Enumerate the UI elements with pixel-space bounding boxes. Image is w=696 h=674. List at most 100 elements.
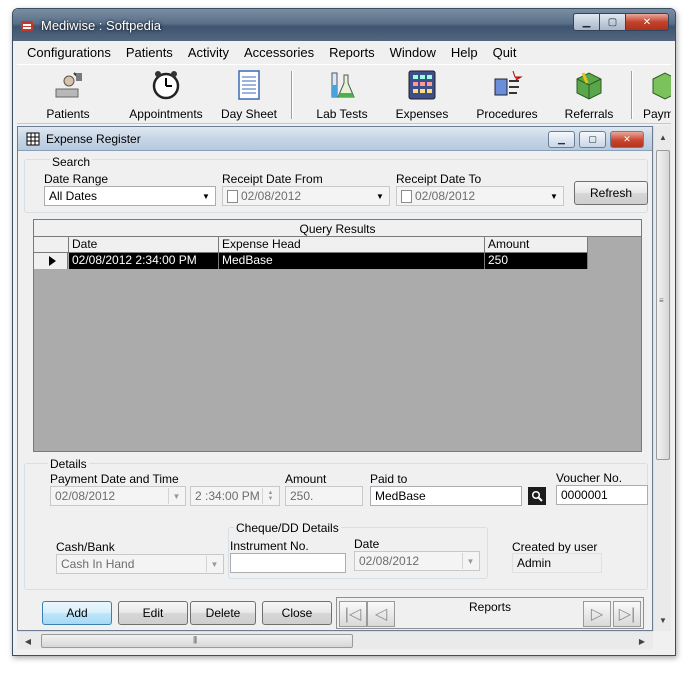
edit-button[interactable]: Edit bbox=[118, 601, 188, 625]
date-range-value: All Dates bbox=[49, 189, 98, 203]
minimize-button[interactable]: ▁ bbox=[573, 13, 600, 31]
menu-window[interactable]: Window bbox=[380, 42, 441, 62]
patient-icon bbox=[55, 72, 82, 98]
toolbar-day-sheet-button[interactable]: Day Sheet bbox=[217, 69, 281, 123]
menu-quit[interactable]: Quit bbox=[483, 42, 522, 62]
search-icon bbox=[531, 490, 543, 502]
maximize-icon: ▢ bbox=[607, 16, 618, 28]
table-row-amount[interactable]: 250 bbox=[485, 253, 588, 269]
child-maximize-button[interactable]: ▢ bbox=[579, 131, 606, 148]
grid-icon bbox=[26, 132, 40, 146]
refresh-button[interactable]: Refresh bbox=[574, 181, 648, 205]
toolbar-expenses-label: Expenses bbox=[395, 107, 449, 121]
receipt-to-datepicker[interactable]: 02/08/2012 ▼ bbox=[396, 186, 564, 206]
add-button[interactable]: Add bbox=[42, 601, 112, 625]
vertical-scrollbar[interactable]: ▲ ≡ ▼ bbox=[653, 126, 671, 631]
toolbar-procedures-label: Procedures bbox=[476, 107, 538, 121]
details-group-label: Details bbox=[48, 457, 89, 471]
toolbar-referrals-button[interactable]: Referrals bbox=[557, 69, 621, 123]
toolbar-separator bbox=[291, 71, 293, 119]
table-row-date[interactable]: 02/08/2012 2:34:00 PM bbox=[69, 253, 219, 269]
menu-help[interactable]: Help bbox=[441, 42, 483, 62]
column-header-expense-head[interactable]: Expense Head bbox=[219, 237, 485, 253]
grip-icon: ||| bbox=[193, 635, 197, 644]
scroll-right-icon[interactable]: ▶ bbox=[635, 634, 649, 648]
amount-input[interactable]: 250. bbox=[285, 486, 363, 506]
last-record-button[interactable]: ▷| bbox=[613, 601, 641, 627]
chevron-down-icon: ▼ bbox=[168, 488, 184, 504]
paid-to-input[interactable]: MedBase bbox=[370, 486, 522, 506]
toolbar-separator bbox=[631, 71, 633, 119]
spinner-icon[interactable]: ▲ ▼ bbox=[262, 488, 278, 504]
cash-bank-select[interactable]: Cash In Hand ▼ bbox=[56, 554, 224, 574]
horizontal-scroll-thumb[interactable] bbox=[41, 634, 353, 648]
column-header-date[interactable]: Date bbox=[69, 237, 219, 253]
cheque-date-label: Date bbox=[354, 537, 380, 551]
toolbar-lab-tests-button[interactable]: Lab Tests bbox=[311, 69, 373, 123]
toolbar-patients-button[interactable]: Patients bbox=[39, 69, 97, 123]
vertical-scroll-thumb[interactable] bbox=[656, 150, 670, 460]
cheque-date-value: 02/08/2012 bbox=[359, 554, 420, 568]
query-results-caption: Query Results bbox=[34, 220, 641, 237]
close-button[interactable]: Close bbox=[262, 601, 332, 625]
first-record-button[interactable]: |◁ bbox=[339, 601, 367, 627]
instrument-label: Instrument No. bbox=[230, 539, 309, 553]
next-record-button[interactable]: ▷ bbox=[583, 601, 611, 627]
menu-activity[interactable]: Activity bbox=[178, 42, 234, 62]
menu-configurations[interactable]: Configurations bbox=[17, 42, 116, 62]
receipt-to-checkbox[interactable] bbox=[401, 190, 412, 204]
receipt-from-checkbox[interactable] bbox=[227, 190, 238, 204]
amount-label: Amount bbox=[285, 472, 327, 486]
search-lookup-button[interactable] bbox=[528, 487, 546, 505]
column-header-amount[interactable]: Amount bbox=[485, 237, 588, 253]
query-results-grid[interactable]: Query Results Date Expense Head Amount 0… bbox=[33, 219, 642, 452]
minimize-icon: ▁ bbox=[558, 134, 565, 144]
scroll-down-icon[interactable]: ▼ bbox=[656, 613, 670, 627]
next-arrow-icon: ▷ bbox=[590, 606, 604, 623]
payment-date-picker[interactable]: 02/08/2012 ▼ bbox=[50, 486, 186, 506]
last-arrow-icon: ▷| bbox=[618, 606, 636, 623]
voucher-label: Voucher No. bbox=[556, 471, 623, 485]
toolbar-procedures-button[interactable]: Procedures bbox=[471, 69, 543, 123]
table-row-expense-head[interactable]: MedBase bbox=[219, 253, 485, 269]
payment-time-picker[interactable]: 2 :34:00 PM ▲ ▼ bbox=[190, 486, 280, 506]
menu-reports[interactable]: Reports bbox=[319, 42, 380, 62]
minimize-icon: ▁ bbox=[582, 16, 591, 28]
referrals-box-icon bbox=[576, 72, 602, 100]
voucher-input[interactable]: 0000001 bbox=[556, 485, 648, 505]
toolbar-referrals-label: Referrals bbox=[564, 107, 614, 121]
date-range-label: Date Range bbox=[44, 172, 109, 186]
toolbar-payments-button[interactable]: Paym bbox=[641, 69, 671, 123]
row-selector[interactable] bbox=[34, 253, 68, 269]
menu-patients[interactable]: Patients bbox=[116, 42, 178, 62]
created-by-value: Admin bbox=[512, 553, 602, 573]
toolbar-expenses-button[interactable]: Expenses bbox=[391, 69, 453, 123]
app-titlebar[interactable]: Mediwise : Softpedia ▁ ▢ ✕ bbox=[13, 9, 675, 41]
delete-button[interactable]: Delete bbox=[190, 601, 256, 625]
horizontal-scrollbar[interactable]: ◀ ||| ▶ bbox=[17, 631, 653, 649]
close-icon: ✕ bbox=[623, 134, 631, 144]
child-minimize-button[interactable]: ▁ bbox=[548, 131, 575, 148]
scroll-left-icon[interactable]: ◀ bbox=[21, 634, 35, 648]
child-close-button[interactable]: ✕ bbox=[610, 131, 644, 148]
cheque-date-picker[interactable]: 02/08/2012 ▼ bbox=[354, 551, 480, 571]
toolbar-day-sheet-label: Day Sheet bbox=[220, 107, 278, 121]
paid-to-label: Paid to bbox=[370, 472, 408, 486]
calculator-icon bbox=[408, 70, 436, 100]
date-range-select[interactable]: All Dates ▼ bbox=[44, 186, 216, 206]
toolbar-patients-label: Patients bbox=[46, 107, 90, 121]
menu-accessories[interactable]: Accessories bbox=[234, 42, 319, 62]
toolbar-appointments-button[interactable]: Appointments bbox=[123, 69, 209, 123]
previous-record-button[interactable]: ◁ bbox=[367, 601, 395, 627]
child-titlebar[interactable]: Expense Register ▁ ▢ ✕ bbox=[18, 127, 652, 151]
cheque-group-label: Cheque/DD Details bbox=[234, 521, 341, 535]
maximize-button[interactable]: ▢ bbox=[599, 13, 626, 31]
receipt-from-value: 02/08/2012 bbox=[241, 189, 302, 203]
instrument-input[interactable] bbox=[230, 553, 346, 573]
grip-icon: ≡ bbox=[659, 296, 664, 305]
created-by-label: Created by user bbox=[512, 540, 598, 554]
close-window-button[interactable]: ✕ bbox=[625, 13, 669, 31]
receipt-from-datepicker[interactable]: 02/08/2012 ▼ bbox=[222, 186, 390, 206]
scroll-up-icon[interactable]: ▲ bbox=[656, 130, 670, 144]
chevron-down-icon: ▼ bbox=[376, 191, 384, 201]
